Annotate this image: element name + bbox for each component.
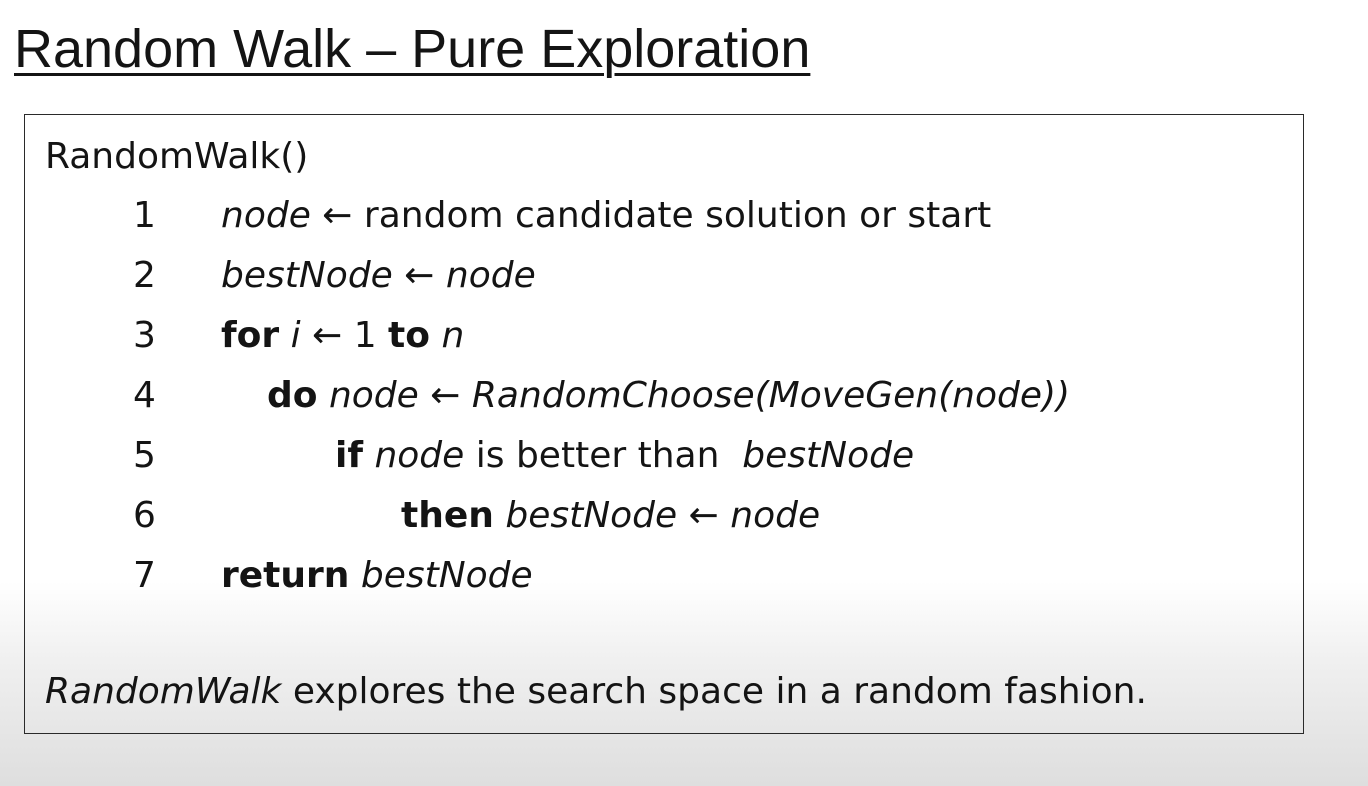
variable: node [221,195,311,236]
line-code: if node is better than bestNode [335,432,914,480]
keyword-to: to [388,315,430,356]
line-number: 2 [133,255,156,296]
value: bestNode [742,435,915,476]
keyword-if: if [335,435,364,476]
line-code: then bestNode ← node [401,492,820,540]
line-code: node ← random candidate solution or star… [221,192,991,240]
line-text: random candidate solution or start [352,195,992,236]
note-algorithm-name: RandomWalk [45,671,282,712]
algorithm-name: RandomWalk() [45,136,309,177]
assignment-arrow: ← [312,315,343,356]
variable: node [374,435,465,476]
keyword-then: then [401,495,494,536]
variable: bestNode [505,495,678,536]
keyword-for: for [221,315,280,356]
loop-start: 1 [342,315,389,356]
value: node [730,495,821,536]
slide-title: Random Walk – Pure Exploration [14,19,811,79]
variable: i [290,315,301,356]
value: RandomChoose(MoveGen(node)) [471,375,1071,416]
variable: node [328,375,419,416]
assignment-arrow: ← [430,375,461,416]
line-number: 3 [133,315,156,356]
line-number: 5 [133,435,156,476]
line-number: 7 [133,555,156,596]
line-number: 6 [133,495,156,536]
description-note: RandomWalk explores the search space in … [45,668,1147,716]
variable: bestNode [221,255,393,296]
line-number: 4 [133,375,156,416]
keyword-do: do [267,375,318,416]
assignment-arrow: ← [404,255,435,296]
line-number: 1 [133,195,156,236]
algorithm-box: RandomWalk() 1 node ← random candidate s… [24,114,1304,734]
line-code: bestNode ← node [221,252,536,300]
line-code: return bestNode [221,552,533,600]
keyword-return: return [221,555,350,596]
line-code: for i ← 1 to n [221,312,464,360]
value: node [445,255,536,296]
loop-end: n [441,315,465,356]
value: bestNode [360,555,533,596]
note-text: explores the search space in a random fa… [281,671,1147,712]
assignment-arrow: ← [688,495,719,536]
line-text: is better than [464,435,743,476]
line-code: do node ← RandomChoose(MoveGen(node)) [267,372,1070,420]
assignment-arrow: ← [322,195,353,236]
